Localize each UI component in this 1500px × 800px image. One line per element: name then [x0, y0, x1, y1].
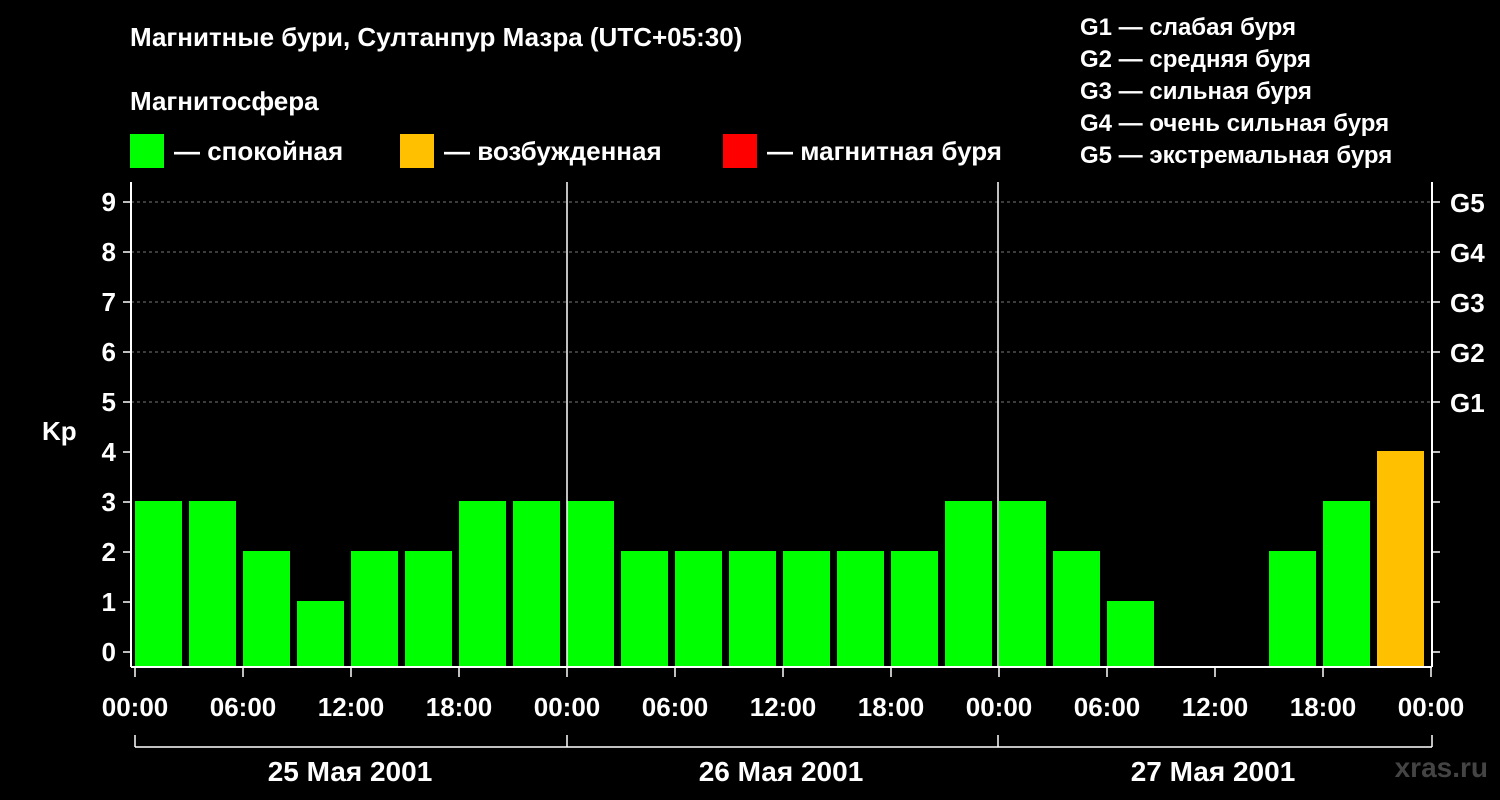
x-tick-label: 00:00	[1398, 692, 1465, 722]
kp-bar	[675, 551, 722, 667]
day-label: 26 Мая 2001	[699, 756, 864, 787]
x-tick-label: 06:00	[642, 692, 709, 722]
x-tick-label: 18:00	[1290, 692, 1357, 722]
g-level-label: G4	[1450, 238, 1485, 268]
x-tick-label: 18:00	[426, 692, 493, 722]
kp-bar	[405, 551, 452, 667]
watermark: xras.ru	[1394, 752, 1488, 783]
x-tick-label: 18:00	[858, 692, 925, 722]
kp-bar	[297, 601, 344, 667]
kp-bar	[783, 551, 830, 667]
kp-bar	[891, 551, 938, 667]
day-label: 25 Мая 2001	[268, 756, 433, 787]
g-level-label: G3	[1450, 288, 1485, 318]
kp-bar	[1323, 501, 1370, 667]
y-tick-label: 9	[102, 187, 116, 217]
kp-bar	[567, 501, 614, 667]
x-tick-label: 00:00	[966, 692, 1033, 722]
kp-bar	[729, 551, 776, 667]
kp-bar	[621, 551, 668, 667]
kp-bar	[1053, 551, 1100, 667]
kp-bar	[189, 501, 236, 667]
g-level-label: G2	[1450, 338, 1485, 368]
day-label: 27 Мая 2001	[1131, 756, 1296, 787]
y-tick-label: 5	[102, 387, 116, 417]
g-level-label: G5	[1450, 188, 1485, 218]
y-tick-label: 8	[102, 237, 116, 267]
x-tick-label: 00:00	[534, 692, 601, 722]
kp-bar	[945, 501, 992, 667]
kp-bar-chart: 0 1 2 3 4 5 6 7 8 9 G1 G2 G3 G4 G5 Kp 00:00 06:00 12:00 18:…	[42, 182, 1485, 787]
kp-bar	[1377, 451, 1424, 667]
x-tick-label: 12:00	[318, 692, 385, 722]
kp-bar	[459, 501, 506, 667]
x-tick-label: 12:00	[750, 692, 817, 722]
y-tick-label: 0	[102, 637, 116, 667]
y-tick-label: 6	[102, 337, 116, 367]
y-tick-label: 4	[102, 437, 117, 467]
kp-bar	[513, 501, 560, 667]
kp-bar	[1107, 601, 1154, 667]
x-tick-label: 00:00	[102, 692, 169, 722]
kp-bar	[837, 551, 884, 667]
g-level-label: G1	[1450, 388, 1485, 418]
kp-bar	[243, 551, 290, 667]
y-tick-label: 7	[102, 287, 116, 317]
x-tick-label: 06:00	[210, 692, 277, 722]
kp-bar	[135, 501, 182, 667]
kp-bar	[1269, 551, 1316, 667]
y-tick-label: 2	[102, 537, 116, 567]
y-tick-label: 1	[102, 587, 116, 617]
y-tick-label: 3	[102, 487, 116, 517]
x-tick-label: 06:00	[1074, 692, 1141, 722]
kp-bar	[999, 501, 1046, 667]
y-axis-label: Kp	[42, 416, 77, 446]
x-tick-label: 12:00	[1182, 692, 1249, 722]
kp-bar	[351, 551, 398, 667]
